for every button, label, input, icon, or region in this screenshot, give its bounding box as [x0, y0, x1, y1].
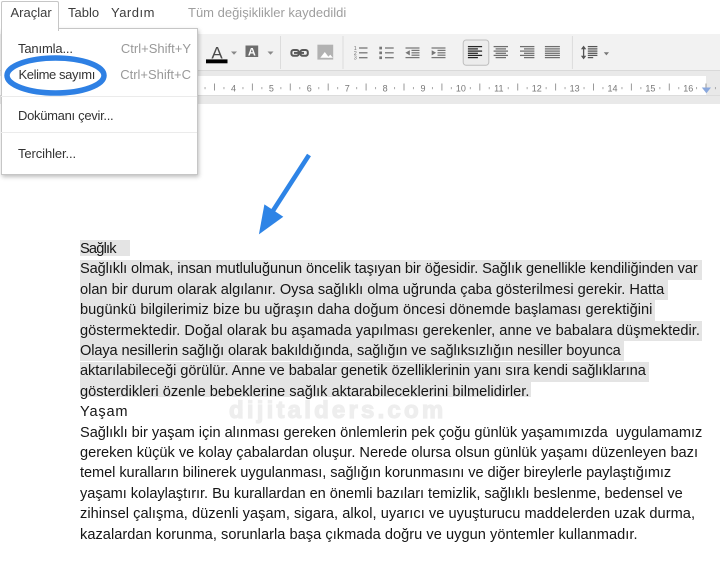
svg-text:6: 6 [307, 84, 312, 94]
svg-text:16: 16 [683, 84, 693, 94]
svg-text:11: 11 [494, 84, 503, 94]
svg-text:8: 8 [383, 84, 388, 94]
svg-text:14: 14 [607, 84, 617, 94]
svg-text:13: 13 [570, 84, 580, 94]
svg-text:4: 4 [231, 84, 236, 94]
svg-text:15: 15 [645, 84, 655, 94]
svg-text:7: 7 [345, 84, 350, 94]
svg-text:9: 9 [420, 84, 425, 94]
svg-text:12: 12 [532, 84, 542, 94]
svg-text:10: 10 [456, 84, 466, 94]
svg-text:5: 5 [269, 84, 274, 94]
